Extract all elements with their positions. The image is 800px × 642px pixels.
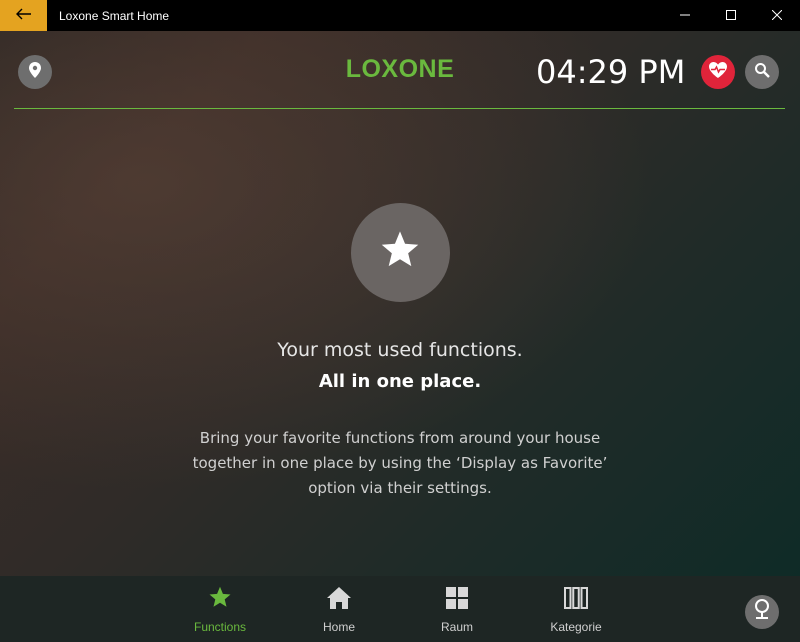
system-status-button[interactable] (701, 55, 735, 89)
home-icon (326, 586, 352, 615)
arrow-left-icon (15, 7, 32, 25)
close-icon (771, 7, 783, 25)
favorites-badge (350, 203, 450, 302)
star-icon (208, 586, 232, 614)
nav-label: Raum (440, 620, 473, 634)
empty-state-description: Bring your favorite functions from aroun… (192, 429, 608, 497)
main-content: LOXONE 04:29 PM Your most used functions… (0, 31, 800, 576)
star-icon (379, 230, 421, 275)
clock: 04:29 PM (536, 53, 686, 91)
bottom-navigation: Functions Home Raum Kategorie (0, 576, 800, 642)
back-button[interactable] (0, 0, 47, 31)
close-button[interactable] (754, 0, 800, 31)
empty-state-subhead: All in one place. (318, 371, 482, 392)
presence-pin-icon (753, 598, 771, 626)
nav-item-raum[interactable]: Raum (412, 586, 502, 634)
title-bar: Loxone Smart Home (0, 0, 800, 31)
header-divider (14, 108, 785, 109)
search-button[interactable] (745, 55, 779, 89)
nav-item-home[interactable]: Home (294, 586, 384, 634)
window-title: Loxone Smart Home (59, 8, 170, 23)
nav-label: Kategorie (550, 620, 602, 634)
maximize-button[interactable] (708, 0, 754, 31)
minimize-icon (680, 7, 690, 25)
grid-icon (445, 586, 469, 615)
nav-label: Home (322, 620, 355, 634)
app-header: LOXONE 04:29 PM (0, 31, 800, 109)
empty-state-headline: Your most used functions. (277, 339, 523, 361)
minimize-button[interactable] (662, 0, 708, 31)
nav-item-kategorie[interactable]: Kategorie (531, 586, 621, 634)
window-controls (662, 0, 800, 31)
presence-button[interactable] (745, 595, 779, 629)
columns-icon (564, 586, 588, 615)
nav-item-functions[interactable]: Functions (175, 586, 265, 634)
search-icon (754, 62, 770, 83)
heart-pulse-icon (708, 61, 728, 84)
nav-label: Functions (193, 620, 247, 634)
favorites-empty-state: Your most used functions. All in one pla… (0, 203, 800, 501)
maximize-icon (726, 7, 736, 25)
